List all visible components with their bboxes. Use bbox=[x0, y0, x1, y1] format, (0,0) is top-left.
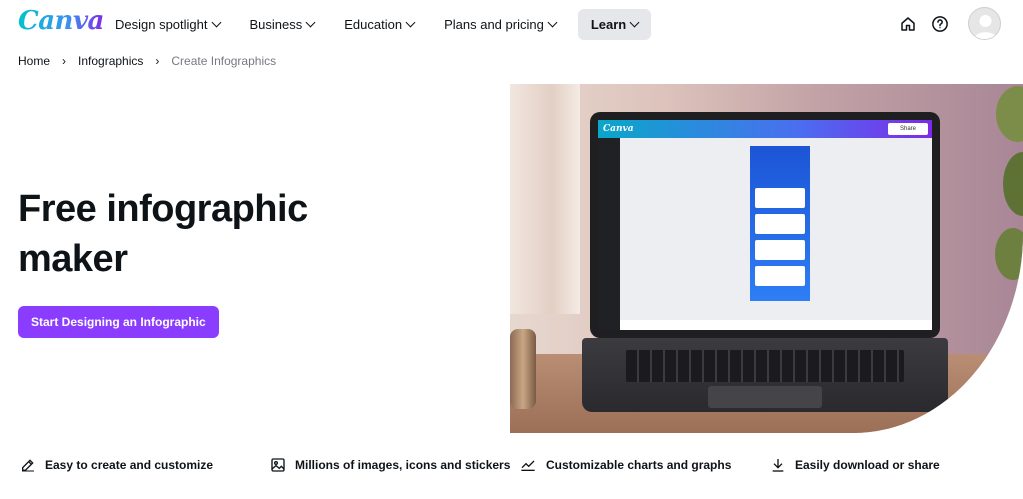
page: Canva Design spotlight Business Educatio… bbox=[0, 0, 1023, 499]
laptop-screen: Canva Share bbox=[590, 112, 940, 338]
edit-icon bbox=[22, 459, 34, 472]
preview-card bbox=[755, 266, 805, 286]
title-line-2: maker bbox=[18, 238, 128, 280]
feature-label: Easy to create and customize bbox=[45, 458, 214, 472]
menu-label: Learn bbox=[590, 17, 627, 32]
preview-card bbox=[755, 214, 805, 234]
chevron-down-icon bbox=[405, 17, 416, 28]
chevron-down-icon bbox=[629, 17, 640, 28]
feature-item: Millions of images, icons and stickers bbox=[270, 457, 510, 473]
feature-list: Easy to create and customize Millions of… bbox=[0, 457, 1023, 479]
hero-image: Canva Share bbox=[510, 84, 1023, 433]
chevron-down-icon bbox=[547, 17, 558, 28]
feature-item: Easy to create and customize bbox=[20, 457, 213, 473]
mockup-footer bbox=[620, 320, 932, 330]
chevron-right-icon: › bbox=[155, 54, 160, 68]
feature-item: Customizable charts and graphs bbox=[519, 457, 731, 473]
menu-label: Business bbox=[249, 17, 303, 32]
mockup-canvas bbox=[620, 138, 932, 320]
preview-card bbox=[755, 188, 805, 208]
menu-label: Design spotlight bbox=[115, 17, 208, 32]
canva-logo[interactable]: Canva bbox=[18, 6, 104, 36]
keyboard-keys bbox=[626, 350, 904, 382]
chevron-down-icon bbox=[211, 17, 221, 28]
download-icon bbox=[772, 459, 784, 472]
user-silhouette-icon bbox=[974, 15, 997, 39]
chart-icon bbox=[521, 460, 535, 471]
canva-editor-mockup: Canva Share bbox=[598, 120, 932, 330]
menu-plans-and-pricing[interactable]: Plans and pricing bbox=[436, 9, 564, 40]
home-icon[interactable] bbox=[899, 15, 917, 33]
trackpad bbox=[708, 386, 822, 408]
menu-education[interactable]: Education bbox=[336, 9, 422, 40]
image-icon bbox=[271, 458, 285, 472]
menu-learn[interactable]: Learn bbox=[577, 9, 652, 40]
chevron-right-icon: › bbox=[62, 54, 67, 68]
jar bbox=[510, 329, 536, 409]
menu-label: Education bbox=[344, 17, 403, 32]
mockup-sidebar bbox=[598, 138, 620, 330]
mockup-topbar: Canva Share bbox=[598, 120, 932, 138]
mockup-logo: Canva bbox=[603, 124, 634, 134]
top-nav: Canva Design spotlight Business Educatio… bbox=[0, 0, 1023, 47]
start-designing-button[interactable]: Start Designing an Infographic bbox=[18, 306, 219, 338]
menu-business[interactable]: Business bbox=[242, 9, 323, 40]
feature-label: Millions of images, icons and stickers bbox=[295, 458, 511, 472]
infographic-preview bbox=[750, 146, 810, 301]
preview-card bbox=[755, 240, 805, 260]
menu-label: Plans and pricing bbox=[444, 17, 544, 32]
plant-illustration bbox=[995, 86, 1023, 280]
feature-label: Easily download or share bbox=[795, 458, 940, 472]
help-icon[interactable] bbox=[931, 15, 949, 33]
breadcrumb-home[interactable]: Home bbox=[18, 54, 50, 68]
curtain bbox=[510, 84, 580, 314]
chevron-down-icon bbox=[305, 17, 316, 28]
main-menu: Design spotlight Business Education Plan… bbox=[107, 9, 665, 40]
avatar[interactable] bbox=[968, 7, 1001, 40]
page-title: Free infographic maker bbox=[18, 184, 378, 284]
breadcrumb-current: Create Infographics bbox=[171, 54, 277, 68]
feature-label: Customizable charts and graphs bbox=[546, 458, 732, 472]
mockup-share-button: Share bbox=[888, 123, 928, 135]
title-line-1: Free infographic bbox=[18, 188, 308, 230]
laptop-keyboard bbox=[582, 338, 948, 412]
breadcrumb: Home › Infographics › Create Infographic… bbox=[18, 54, 276, 68]
feature-item: Easily download or share bbox=[770, 457, 940, 473]
breadcrumb-infographics[interactable]: Infographics bbox=[78, 54, 143, 68]
menu-design-spotlight[interactable]: Design spotlight bbox=[107, 9, 228, 40]
